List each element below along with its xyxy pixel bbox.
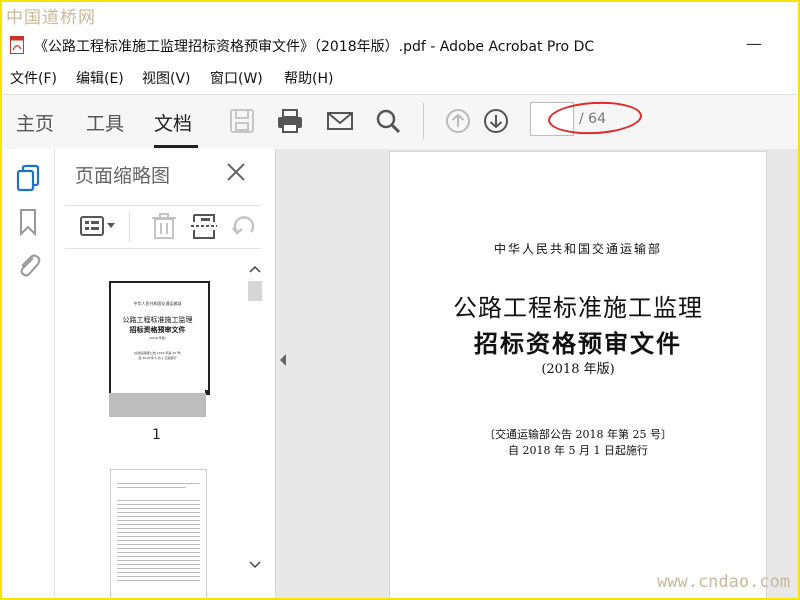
watermark-top: 中国道桥网 <box>6 8 96 28</box>
options-icon[interactable] <box>79 212 119 240</box>
doc-title-line1: 公路工程标准施工监理 <box>453 294 703 322</box>
panel-title: 页面缩略图 <box>75 165 171 187</box>
tab-tools[interactable]: 工具 <box>86 109 124 136</box>
collapse-panel-icon[interactable] <box>278 353 288 367</box>
delete-icon[interactable] <box>149 212 179 240</box>
thumb-effective: 自 2018 年 5 月 1 日起施行 <box>138 356 177 360</box>
menu-edit[interactable]: 编辑(E) <box>76 68 124 88</box>
thumb-notice: (交通运输部公告 2018 年第 25 号) <box>133 351 182 355</box>
thumb-edition: (2018 年版) <box>149 336 166 340</box>
search-icon[interactable] <box>374 107 402 135</box>
doc-org: 中华人民共和国交通运输部 <box>493 242 662 256</box>
panel-toolbar <box>65 205 261 249</box>
document-view: 中华人民共和国交通运输部 公路工程标准施工监理 招标资格预审文件 (2018 年… <box>276 149 798 598</box>
document-page: 中华人民共和国交通运输部 公路工程标准施工监理 招标资格预审文件 (2018 年… <box>389 151 767 598</box>
scroll-up-icon[interactable] <box>246 261 264 277</box>
tab-home[interactable]: 主页 <box>16 109 54 136</box>
minimize-button[interactable]: — <box>746 34 762 53</box>
thumb-title1: 公路工程标准施工监理 <box>122 316 193 324</box>
doc-effective: 自 2018 年 5 月 1 日起施行 <box>508 444 648 457</box>
next-page-icon[interactable] <box>482 107 510 135</box>
menu-window[interactable]: 窗口(W) <box>210 68 263 88</box>
prev-page-icon[interactable] <box>444 107 472 135</box>
pdf-file-icon <box>10 36 24 54</box>
bookmark-icon[interactable] <box>14 207 42 237</box>
doc-edition: (2018 年版) <box>541 362 615 377</box>
close-icon[interactable] <box>225 161 247 183</box>
watermark-bottom: www.cndao.com <box>657 572 791 592</box>
window-title: 《公路工程标准施工监理招标资格预审文件》（2018年版）.pdf - Adobe… <box>34 39 595 55</box>
menu-bar: 文件(F) 编辑(E) 视图(V) 窗口(W) 帮助(H) <box>2 64 798 90</box>
scroll-thumb[interactable] <box>248 281 262 301</box>
rotate-icon[interactable] <box>229 212 259 240</box>
page-thumbnail-1[interactable]: 中华人民共和国交通运输部 公路工程标准施工监理 招标资格预审文件 (2018 年… <box>109 281 210 395</box>
thumbnail-scrollbar[interactable] <box>246 261 264 573</box>
page-thumbnails-icon[interactable] <box>14 163 42 193</box>
menu-file[interactable]: 文件(F) <box>10 68 57 88</box>
thumb-title2: 招标资格预审文件 <box>129 326 186 334</box>
left-rail <box>2 149 55 598</box>
tab-document[interactable]: 文档 <box>154 109 192 136</box>
doc-notice: 〔交通运输部公告 2018 年第 25 号〕 <box>484 428 672 441</box>
title-bar: 《公路工程标准施工监理招标资格预审文件》（2018年版）.pdf - Adobe… <box>2 30 798 62</box>
doc-title-line2: 招标资格预审文件 <box>474 329 682 358</box>
window-frame: 中国道桥网 《公路工程标准施工监理招标资格预审文件》（2018年版）.pdf -… <box>0 0 800 600</box>
page-thumbnail-2[interactable] <box>110 469 207 598</box>
save-icon[interactable] <box>228 107 256 135</box>
extract-icon[interactable] <box>189 212 219 240</box>
print-icon[interactable] <box>276 107 304 135</box>
thumbnail-panel: 页面缩略图 中华人民共和国交通运输部 公路工程标准施工监理 招标资格预审文件 (… <box>55 149 276 598</box>
active-tab-indicator <box>154 145 198 148</box>
thumb-org: 中华人民共和国交通运输部 <box>133 301 182 306</box>
mail-icon[interactable] <box>326 107 354 135</box>
main-toolbar: 主页 工具 文档 / 64 <box>2 94 798 150</box>
page-thumbnail-1-label: 1 <box>152 427 161 443</box>
menu-view[interactable]: 视图(V) <box>142 68 191 88</box>
attachment-icon[interactable] <box>14 249 42 279</box>
scroll-down-icon[interactable] <box>246 557 264 573</box>
page-thumbnail-1-shadow <box>109 393 206 417</box>
panel-toolbar-divider <box>129 212 130 242</box>
toolbar-divider <box>423 103 424 139</box>
menu-help[interactable]: 帮助(H) <box>284 68 333 88</box>
